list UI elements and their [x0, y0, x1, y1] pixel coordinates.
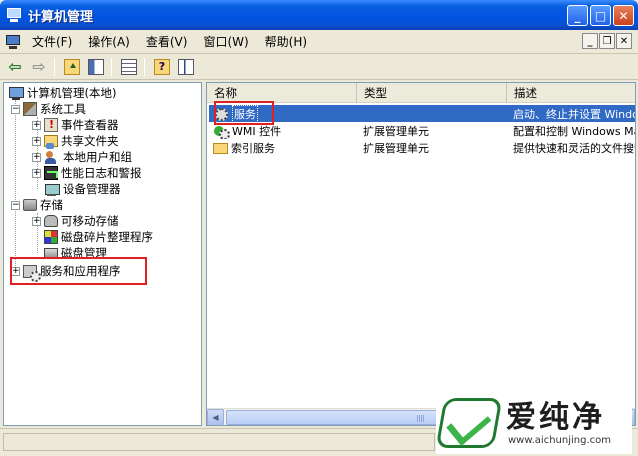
item-description: 配置和控制 Windows Management Instrumentation: [513, 124, 635, 138]
device-manager-icon: [44, 182, 60, 197]
computer-management-icon: [6, 8, 22, 22]
expand-toggle[interactable]: +: [32, 120, 41, 130]
users-icon: [44, 150, 60, 165]
up-one-level-button[interactable]: [61, 56, 83, 78]
forward-arrow-icon: ⇨: [32, 57, 46, 76]
storage-icon: [23, 199, 37, 211]
console-tree-icon: [88, 58, 104, 75]
item-description: 提供快速和灵活的文件搜索: [513, 141, 635, 155]
up-folder-icon: [64, 58, 80, 75]
menu-bar: 文件(F) 操作(A) 查看(V) 窗口(W) 帮助(H) _ ❐ ✕: [0, 30, 638, 54]
tree-item-label: 系统工具: [40, 102, 86, 116]
close-button[interactable]: ✕: [613, 5, 634, 26]
tree-item-event-viewer[interactable]: + 事件查看器: [32, 117, 119, 133]
tree-item-shared-folders[interactable]: + 共享文件夹: [32, 133, 119, 149]
status-panel: [3, 433, 435, 451]
child-minimize-button[interactable]: _: [582, 33, 598, 49]
help-button[interactable]: ?: [151, 56, 173, 78]
toolbar-separator: [54, 57, 55, 76]
collapse-toggle[interactable]: −: [11, 104, 20, 114]
item-description: 启动、终止并设置 Windows 服务。: [513, 107, 635, 121]
tree-item-label: 性能日志和警报: [61, 166, 142, 180]
expand-toggle[interactable]: +: [32, 152, 41, 162]
defrag-icon: [44, 230, 58, 244]
watermark: 爱纯净 www.aichunjing.com: [435, 392, 632, 454]
toolbar-separator: [111, 57, 112, 76]
computer-icon: [8, 86, 24, 101]
tree-item-disk-defragmenter[interactable]: 磁盘碎片整理程序: [44, 229, 153, 245]
watermark-name: 爱纯净: [506, 399, 605, 435]
collapse-toggle[interactable]: −: [11, 200, 20, 210]
menu-action[interactable]: 操作(A): [85, 31, 133, 52]
expand-toggle[interactable]: +: [32, 216, 41, 226]
tree-item-storage[interactable]: − 存储: [11, 197, 63, 213]
child-restore-button[interactable]: ❐: [599, 33, 615, 49]
event-viewer-icon: [44, 118, 58, 132]
list-header: 名称 类型 描述: [207, 83, 635, 103]
expand-toggle[interactable]: +: [32, 136, 41, 146]
watermark-url: www.aichunjing.com: [508, 434, 611, 446]
export-list-button[interactable]: [118, 56, 140, 78]
column-header-description[interactable]: 描述: [507, 83, 635, 103]
menu-view[interactable]: 查看(V): [143, 31, 191, 52]
tree-item-perf-logs[interactable]: + 性能日志和警报: [32, 165, 142, 181]
tree-item-system-tools[interactable]: − 系统工具: [11, 101, 86, 117]
properties-button[interactable]: [175, 56, 197, 78]
show-hide-tree-button[interactable]: [85, 56, 107, 78]
tree-item-removable-storage[interactable]: + 可移动存储: [32, 213, 119, 229]
highlight-box: [10, 257, 147, 285]
forward-button[interactable]: ⇨: [28, 56, 50, 78]
console-tree[interactable]: 计算机管理(本地) − 系统工具 + 事件查看器 + 共享文件夹 + 本地用户和…: [3, 82, 202, 426]
system-tools-icon: [23, 102, 37, 116]
help-icon: ?: [154, 58, 170, 75]
menu-window[interactable]: 窗口(W): [200, 31, 251, 52]
shared-folder-icon: [44, 135, 58, 149]
tree-item-local-users[interactable]: + 本地用户和组: [32, 149, 132, 165]
back-button[interactable]: ⇦: [4, 56, 26, 78]
minimize-button[interactable]: _: [567, 5, 588, 26]
maximize-button[interactable]: □: [590, 5, 611, 26]
item-type: 扩展管理单元: [363, 124, 429, 138]
toolbar-separator: [144, 57, 145, 76]
main-area: 计算机管理(本地) − 系统工具 + 事件查看器 + 共享文件夹 + 本地用户和…: [0, 82, 638, 426]
toolbar: ⇦ ⇨ ?: [0, 54, 638, 80]
wmi-icon: [213, 124, 230, 139]
tree-item-label: 可移动存储: [61, 214, 119, 228]
tree-item-label: 计算机管理(本地): [27, 86, 117, 100]
tree-item-root[interactable]: 计算机管理(本地): [8, 85, 116, 101]
column-header-name[interactable]: 名称: [207, 83, 357, 103]
menu-file[interactable]: 文件(F): [29, 31, 75, 52]
performance-icon: [44, 166, 58, 180]
highlight-box: [214, 101, 274, 125]
app-menu-icon[interactable]: [5, 34, 21, 49]
scroll-left-button[interactable]: ◀: [207, 408, 224, 425]
details-pane[interactable]: 名称 类型 描述 服务 启动、终止并设置 Windows 服务。 WMI 控件 …: [206, 82, 636, 426]
child-close-button[interactable]: ✕: [616, 33, 632, 49]
column-header-type[interactable]: 类型: [357, 83, 507, 103]
folder-icon: [213, 143, 228, 154]
item-type: 扩展管理单元: [363, 141, 429, 155]
tree-item-label: 磁盘碎片整理程序: [61, 230, 153, 244]
properties-icon: [178, 58, 194, 75]
removable-storage-icon: [44, 215, 58, 227]
item-name: 索引服务: [231, 141, 275, 155]
back-arrow-icon: ⇦: [8, 57, 22, 76]
tree-item-label: 本地用户和组: [63, 150, 132, 164]
tree-item-label: 设备管理器: [63, 182, 121, 196]
tree-item-label: 事件查看器: [61, 118, 119, 132]
list-item-indexing-service[interactable]: 索引服务 扩展管理单元 提供快速和灵活的文件搜索: [209, 139, 635, 156]
expand-toggle[interactable]: +: [32, 168, 41, 178]
menu-help[interactable]: 帮助(H): [262, 31, 310, 52]
tree-item-device-manager[interactable]: 设备管理器: [44, 181, 121, 197]
aichunjing-logo-icon: [435, 398, 503, 448]
tree-item-label: 共享文件夹: [61, 134, 119, 148]
title-bar[interactable]: 计算机管理 _ □ ✕: [0, 0, 638, 30]
tree-item-label: 存储: [40, 198, 63, 212]
window-title: 计算机管理: [28, 9, 94, 25]
tree-line: [15, 100, 16, 270]
export-list-icon: [121, 58, 137, 75]
